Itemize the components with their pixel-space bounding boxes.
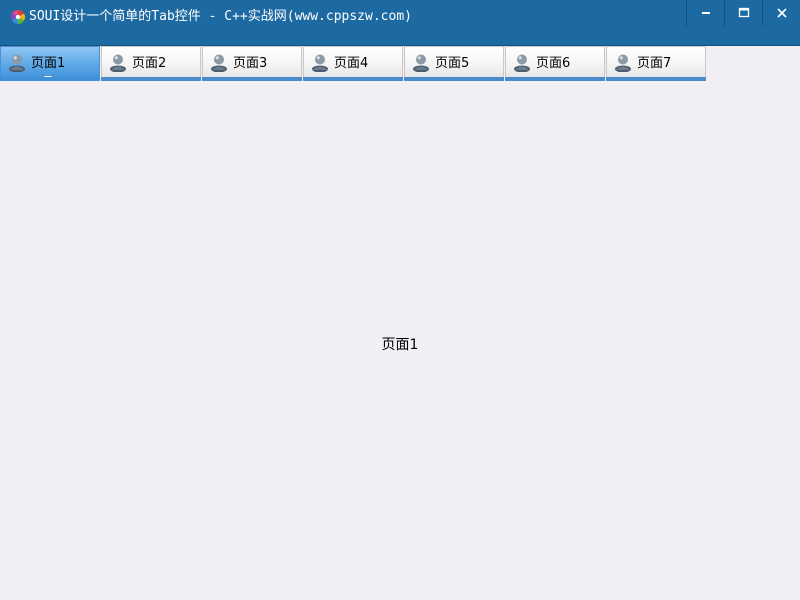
- tab-page-2[interactable]: 页面2: [101, 46, 201, 81]
- tab-label: 页面6: [536, 56, 571, 71]
- user-icon: [514, 54, 530, 72]
- user-icon: [413, 54, 429, 72]
- tab-page-3[interactable]: 页面3: [202, 46, 302, 81]
- tab-page-6[interactable]: 页面6: [505, 46, 605, 81]
- tab-page-5[interactable]: 页面5: [404, 46, 504, 81]
- tab-page-1[interactable]: 页面1: [0, 46, 100, 81]
- user-icon: [211, 54, 227, 72]
- tab-label: 页面2: [132, 56, 167, 71]
- user-icon: [110, 54, 126, 72]
- tab-label: 页面4: [334, 56, 369, 71]
- tab-label: 页面3: [233, 56, 268, 71]
- tab-label: 页面5: [435, 56, 470, 71]
- tab-label: 页面7: [637, 56, 672, 71]
- tab-content-panel: 页面1: [0, 82, 800, 600]
- minimize-icon: [701, 12, 710, 14]
- active-caret-icon: [44, 76, 52, 80]
- tab-page-4[interactable]: 页面4: [303, 46, 403, 81]
- tab-label: 页面1: [31, 56, 66, 71]
- minimize-button[interactable]: [686, 0, 724, 26]
- maximize-icon: [738, 7, 749, 18]
- maximize-button[interactable]: [724, 0, 762, 26]
- close-icon: [776, 8, 787, 18]
- tab-strip: 页面1 页面2 页面3 页面4 页面5 页面6 页面7: [0, 46, 800, 82]
- user-icon: [615, 54, 631, 72]
- app-window: SOUI设计一个简单的Tab控件 - C++实战网(www.cppszw.com…: [0, 0, 800, 600]
- user-icon: [9, 54, 25, 72]
- window-title: SOUI设计一个简单的Tab控件 - C++实战网(www.cppszw.com…: [29, 9, 412, 24]
- user-icon: [312, 54, 328, 72]
- page-content-label: 页面1: [381, 337, 419, 353]
- title-bar[interactable]: SOUI设计一个简单的Tab控件 - C++实战网(www.cppszw.com…: [0, 0, 800, 46]
- tab-page-7[interactable]: 页面7: [606, 46, 706, 81]
- close-button[interactable]: [762, 0, 800, 26]
- app-palette-icon: [11, 10, 25, 24]
